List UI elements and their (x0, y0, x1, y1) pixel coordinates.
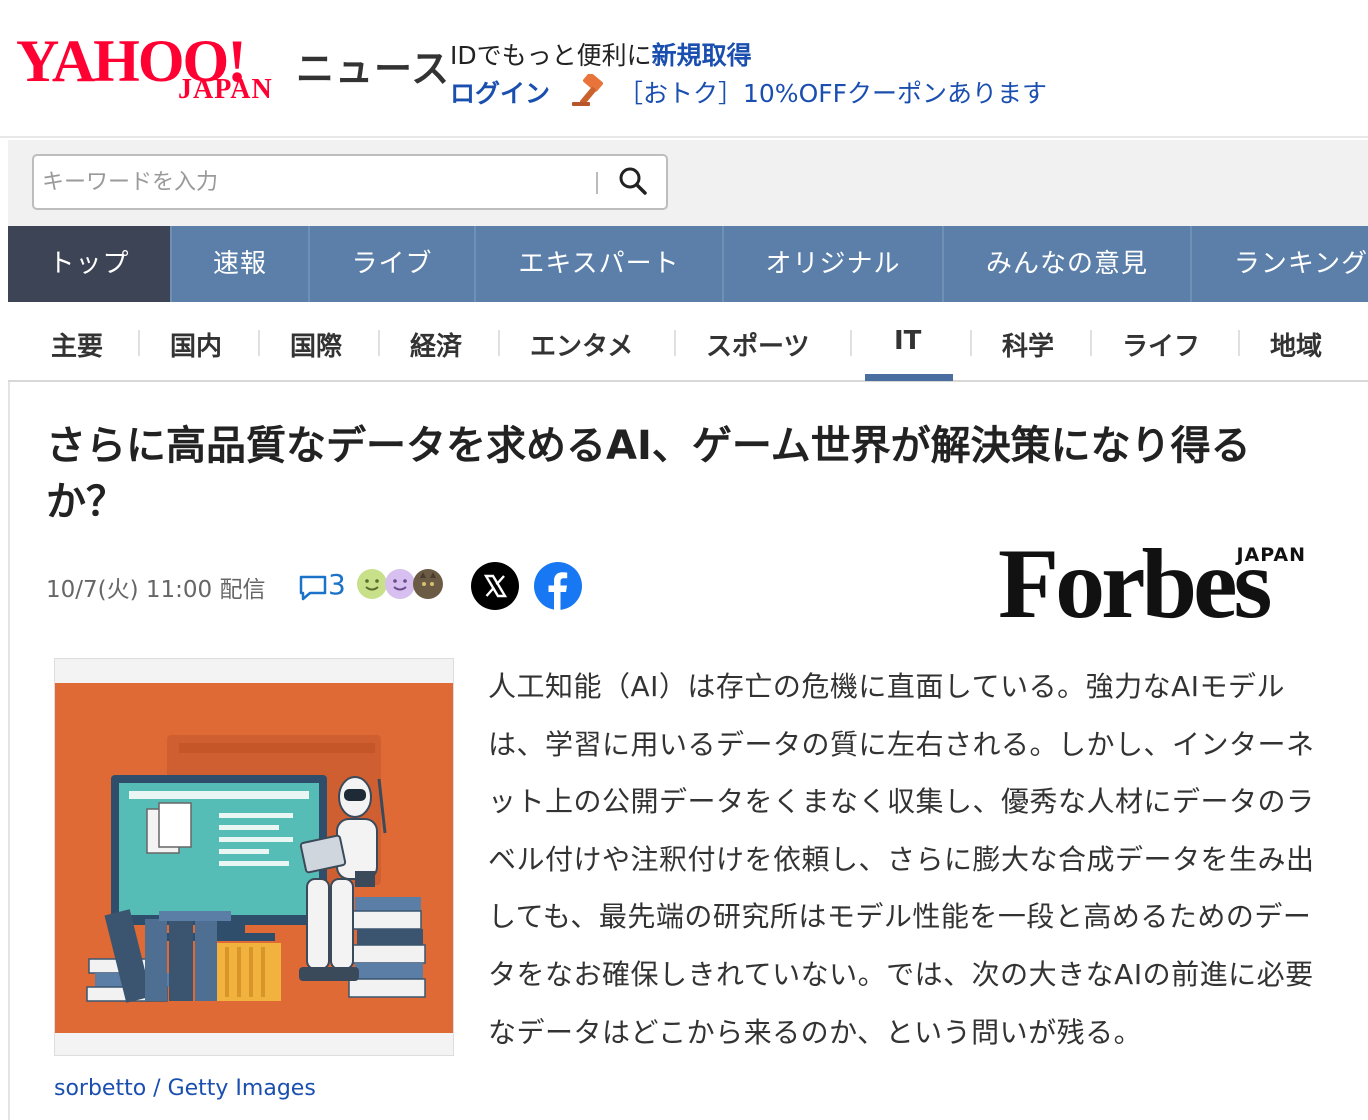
category-international[interactable]: 国際 (290, 326, 342, 363)
site-header: YAHOO! JAPAN ニュース IDでもっと便利に新規取得 ログイン ［おト… (0, 0, 1368, 138)
article: さらに高品質なデータを求めるAI、ゲーム世界が解決策になり得るか？ 10/7(火… (8, 382, 1368, 1120)
article-title: さらに高品質なデータを求めるAI、ゲーム世界が解決策になり得るか？ (46, 423, 1251, 525)
search-bar (8, 140, 1368, 226)
ai-robot-illustration (55, 683, 453, 1033)
forbes-wordmark: Forbes (998, 528, 1272, 639)
id-promo-text: IDでもっと便利に (450, 41, 652, 70)
main-nav-expert[interactable]: エキスパート (476, 226, 724, 302)
id-promo: IDでもっと便利に新規取得 (450, 36, 752, 72)
login-link[interactable]: ログイン (450, 74, 550, 110)
category-separator (498, 330, 500, 356)
search-divider (596, 172, 598, 194)
category-it[interactable]: IT (894, 326, 921, 356)
facebook-logo-icon (548, 572, 568, 610)
main-nav-live[interactable]: ライブ (310, 226, 476, 302)
category-life[interactable]: ライフ (1122, 326, 1200, 363)
main-nav: トップ 速報 ライブ エキスパート オリジナル みんなの意見 ランキング (8, 226, 1368, 302)
x-share-button[interactable] (471, 562, 519, 610)
category-separator (378, 330, 380, 356)
category-separator (674, 330, 676, 356)
category-separator (850, 330, 852, 356)
category-economy[interactable]: 経済 (410, 326, 462, 363)
forbes-japan-label: JAPAN (1236, 544, 1306, 566)
category-domestic[interactable]: 国内 (170, 326, 222, 363)
category-separator (258, 330, 260, 356)
logo-news-text[interactable]: ニュース (296, 38, 450, 93)
cat-avatar-icon (413, 569, 443, 599)
photo-credit[interactable]: sorbetto / Getty Images (54, 1076, 316, 1101)
article-photo-frame[interactable] (54, 658, 454, 1056)
category-separator (1090, 330, 1092, 356)
search-button[interactable] (608, 162, 658, 202)
main-nav-breaking[interactable]: 速報 (172, 226, 310, 302)
logo-japan-text: JAPAN (178, 74, 273, 105)
search-input[interactable] (42, 162, 582, 202)
main-nav-top[interactable]: トップ (8, 226, 172, 302)
publish-date: 10/7(火) 11:00 配信 (46, 577, 266, 603)
comment-icon[interactable] (298, 574, 328, 602)
article-body: 人工知能（AI）は存亡の危機に直面している。強力なAIモデルは、学習に用いるデー… (488, 670, 1315, 1049)
yahoo-japan-logo[interactable]: YAHOO! JAPAN (16, 30, 292, 108)
search-icon (619, 167, 647, 195)
facebook-share-button[interactable] (534, 562, 582, 610)
category-sports[interactable]: スポーツ (706, 326, 809, 363)
main-nav-ranking[interactable]: ランキング (1192, 226, 1368, 302)
category-nav: 主要 国内 国際 経済 エンタメ スポーツ IT 科学 ライフ 地域 (8, 302, 1368, 382)
category-entertainment[interactable]: エンタメ (530, 326, 633, 363)
x-logo-icon (483, 574, 508, 598)
forbes-japan-logo[interactable]: Forbes JAPAN (998, 534, 1310, 634)
category-separator (138, 330, 140, 356)
category-region[interactable]: 地域 (1270, 326, 1322, 363)
coupon-link[interactable]: ［おトク］10%OFFクーポンあります (618, 74, 1047, 110)
category-main[interactable]: 主要 (51, 326, 103, 363)
search-box (32, 154, 668, 210)
category-separator (970, 330, 972, 356)
comment-count[interactable]: 3 (328, 568, 346, 601)
hammer-icon (572, 74, 603, 106)
main-nav-opinions[interactable]: みんなの意見 (944, 226, 1192, 302)
signup-link[interactable]: 新規取得 (652, 41, 752, 70)
category-separator (1238, 330, 1240, 356)
category-science[interactable]: 科学 (1002, 326, 1054, 363)
active-category-indicator (865, 374, 953, 381)
main-nav-original[interactable]: オリジナル (724, 226, 944, 302)
